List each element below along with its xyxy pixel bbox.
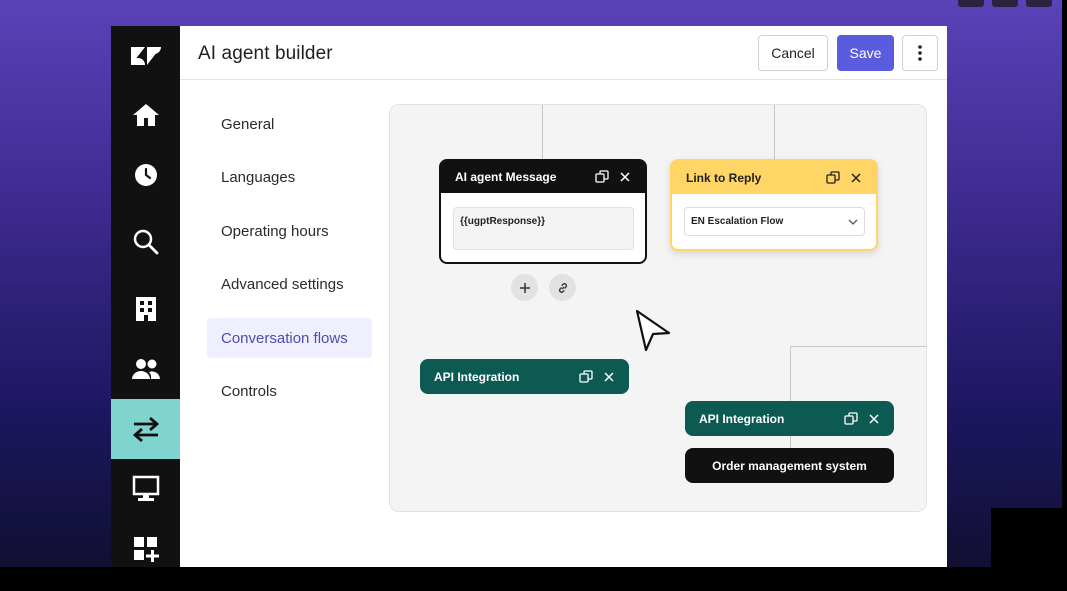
- home-icon: [132, 104, 159, 126]
- sidebar-item-home[interactable]: [111, 85, 180, 145]
- close-icon[interactable]: [868, 413, 880, 425]
- monitor-icon: [132, 475, 159, 501]
- sidebar-rail: [111, 26, 180, 567]
- copy-icon[interactable]: [579, 369, 593, 384]
- chevron-down-icon: [848, 219, 858, 225]
- plus-icon: [519, 282, 530, 293]
- zendesk-logo[interactable]: [111, 26, 180, 86]
- window-control: [1026, 0, 1052, 7]
- more-options-button[interactable]: [902, 35, 938, 71]
- nav-item-conversation-flows[interactable]: Conversation flows: [207, 318, 372, 358]
- header: AI agent builder Cancel Save: [180, 26, 947, 80]
- clock-icon: [134, 164, 157, 186]
- flow-canvas[interactable]: AI agent Message {{ugptResponse}} Link t…: [389, 104, 927, 512]
- add-step-button[interactable]: [511, 274, 538, 301]
- cursor-icon: [635, 309, 671, 352]
- close-icon[interactable]: [603, 371, 615, 383]
- close-icon[interactable]: [850, 172, 862, 184]
- app-window: AI agent builder Cancel Save General Lan…: [111, 26, 947, 567]
- node-title: API Integration: [434, 369, 520, 384]
- sidebar-item-workspace[interactable]: [111, 459, 180, 519]
- zendesk-logo-icon: [130, 47, 161, 65]
- nav-item-advanced-settings[interactable]: Advanced settings: [207, 264, 372, 304]
- sidebar-item-add-apps[interactable]: [111, 519, 180, 567]
- ai-agent-message-node[interactable]: AI agent Message {{ugptResponse}}: [439, 159, 647, 264]
- save-button[interactable]: Save: [837, 35, 894, 71]
- apps-add-icon: [133, 537, 159, 562]
- flow-select[interactable]: EN Escalation Flow: [684, 207, 865, 236]
- vertical-ellipsis-icon: [918, 45, 922, 61]
- flow-select-value: EN Escalation Flow: [691, 216, 784, 227]
- link-to-reply-node[interactable]: Link to Reply EN Escalation Flow: [670, 159, 878, 251]
- window-control: [958, 0, 984, 7]
- page-title: AI agent builder: [198, 43, 333, 64]
- node-title: AI agent Message: [455, 170, 557, 184]
- link-icon: [558, 282, 567, 293]
- connector-line: [790, 346, 791, 402]
- nav-item-languages[interactable]: Languages: [207, 157, 372, 197]
- frame-edge: [1062, 0, 1067, 591]
- connector-line: [790, 346, 926, 347]
- sidebar-item-recent[interactable]: [111, 145, 180, 205]
- nav-item-operating-hours[interactable]: Operating hours: [207, 211, 372, 251]
- message-content-field[interactable]: {{ugptResponse}}: [453, 207, 634, 250]
- close-icon[interactable]: [619, 171, 631, 183]
- order-management-system-node[interactable]: Order management system: [685, 448, 894, 483]
- connector-line: [774, 105, 775, 161]
- copy-icon[interactable]: [826, 170, 840, 185]
- sidebar-item-conversation-flows[interactable]: [111, 399, 180, 459]
- window-control: [992, 0, 1018, 7]
- search-icon: [133, 229, 158, 255]
- copy-icon[interactable]: [595, 170, 609, 184]
- copy-icon[interactable]: [844, 411, 858, 426]
- sidebar-item-customers[interactable]: [111, 339, 180, 399]
- sidebar-item-search[interactable]: [111, 212, 180, 272]
- connector-line: [542, 105, 543, 161]
- node-title: Link to Reply: [686, 170, 762, 185]
- transfer-arrows-icon: [132, 416, 159, 443]
- nav-item-general[interactable]: General: [207, 104, 372, 144]
- overlay-block: [991, 508, 1067, 567]
- node-header: Link to Reply: [672, 161, 876, 194]
- link-step-button[interactable]: [549, 274, 576, 301]
- frame-bottom: [0, 567, 1067, 591]
- node-title: API Integration: [699, 411, 785, 426]
- connector-line: [790, 435, 791, 449]
- nav-item-controls[interactable]: Controls: [207, 371, 372, 411]
- sidebar-item-organizations[interactable]: [111, 279, 180, 339]
- building-icon: [135, 297, 156, 321]
- node-header: AI agent Message: [441, 161, 645, 193]
- api-integration-node[interactable]: API Integration: [685, 401, 894, 436]
- cancel-button[interactable]: Cancel: [758, 35, 828, 71]
- api-integration-node[interactable]: API Integration: [420, 359, 629, 394]
- users-icon: [131, 359, 160, 379]
